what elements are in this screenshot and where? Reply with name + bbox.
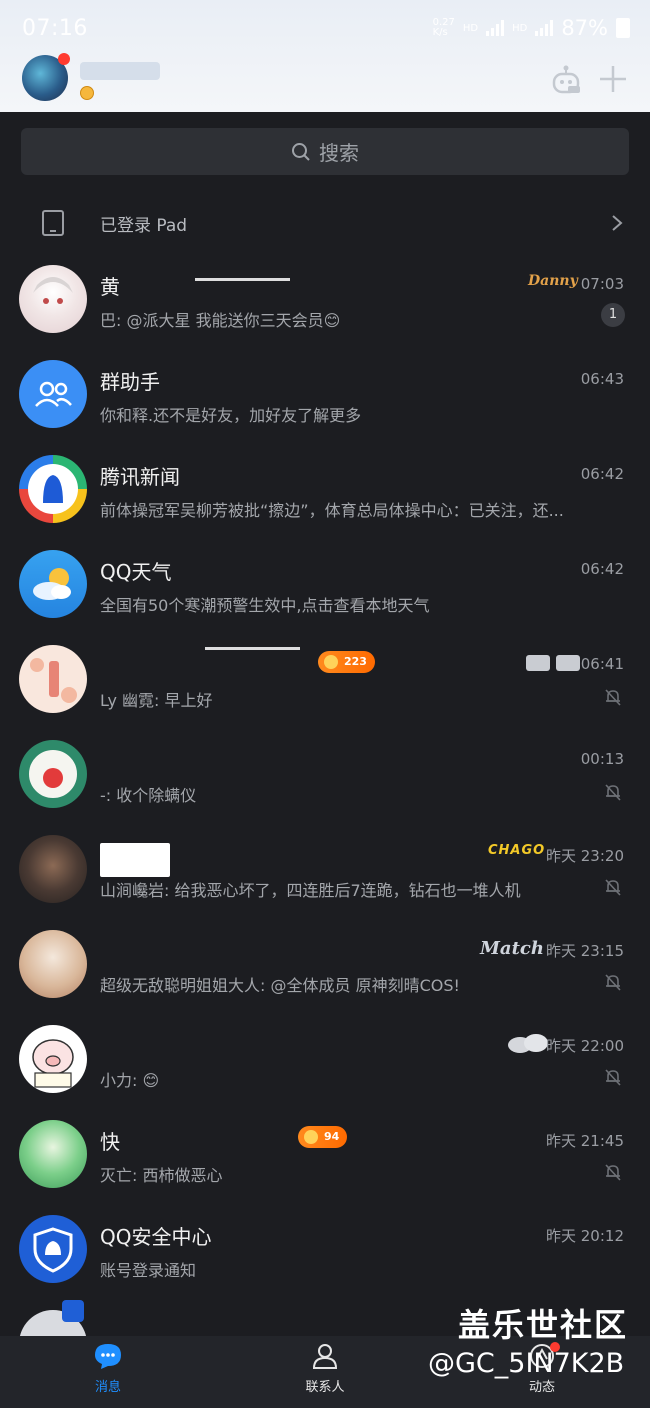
contacts-icon [312, 1344, 338, 1369]
conversation-preview: 小力: 😊 [100, 1071, 160, 1090]
network-speed: 0.27 K/s [432, 17, 455, 38]
unread-badge: 1 [601, 303, 625, 327]
conversation-item[interactable]: 腾讯新闻 06:42 前体操冠军吴柳芳被批“擦边”，体育总局体操中心：已关注，还… [0, 445, 650, 540]
conversation-preview: 前体操冠军吴柳芳被批“擦边”，体育总局体操中心：已关注，还... [100, 501, 564, 520]
conversation-time: 昨天 21:45 [546, 1132, 624, 1150]
app-header: 07:16 0.27 K/s HD HD 87% [0, 0, 650, 112]
conversation-preview: Ly 幽霓: 早上好 [100, 691, 213, 710]
conversation-name: 黄 [100, 275, 120, 299]
status-bar: 07:16 0.27 K/s HD HD 87% [0, 0, 650, 58]
badge-icon [62, 1300, 84, 1322]
conversation-preview: 你和释.还不是好友，加好友了解更多 [100, 406, 362, 425]
conversation-item[interactable]: 昨天 22:00 小力: 😊 [0, 1015, 650, 1110]
conversation-name: QQ安全中心 [100, 1225, 212, 1249]
conversation-item[interactable]: 快 94 昨天 21:45 灭亡: 西柿做恶心 [0, 1110, 650, 1205]
logged-in-pad-row[interactable]: 已登录 Pad [0, 196, 650, 250]
search-label: 搜索 [319, 141, 359, 165]
signal-icon-2 [535, 20, 554, 36]
conversation-preview: -: 收个除螨仪 [100, 786, 197, 805]
conversation-preview: 山涧巉岩: 给我恶心坏了，四连胜后7连跪，钻石也一堆人机 [100, 881, 521, 900]
brand-tag: Match [480, 938, 544, 959]
conversation-time: 07:03 [580, 275, 624, 293]
weather-icon [19, 550, 87, 618]
status-icons: 0.27 K/s HD HD 87% [433, 16, 630, 40]
conversation-time: 昨天 20:12 [546, 1227, 624, 1245]
chevron-right-icon [612, 215, 623, 231]
watermark-handle: @GC_5IN7K2B [428, 1348, 625, 1379]
robot-icon[interactable] [550, 64, 582, 94]
message-icon [95, 1344, 121, 1369]
search-icon [292, 142, 310, 161]
conversation-name: QQ天气 [100, 560, 172, 584]
mute-bell-icon [605, 974, 621, 991]
search-bar[interactable]: 搜索 [21, 128, 629, 175]
conversation-time: 昨天 23:15 [546, 942, 624, 960]
conversation-item[interactable]: 00:13 -: 收个除螨仪 [0, 730, 650, 825]
avatar [19, 930, 87, 998]
battery-percent: 87% [561, 16, 608, 40]
conversation-name: 快 [100, 1130, 120, 1154]
conversation-item[interactable]: QQ安全中心 昨天 20:12 账号登录通知 [0, 1205, 650, 1300]
avatar [19, 1025, 87, 1093]
sticker-icon [526, 655, 580, 671]
pad-label: 已登录 Pad [100, 216, 188, 236]
conversation-item[interactable]: 223 06:41 Ly 幽霓: 早上好 [0, 635, 650, 730]
conversation-time: 06:41 [580, 655, 624, 673]
status-time: 07:16 [22, 16, 88, 41]
nav-contacts[interactable]: 联系人 [275, 1342, 375, 1395]
conversation-preview: 账号登录通知 [100, 1261, 197, 1280]
nav-label: 消息 [94, 1380, 121, 1395]
mute-bell-icon [605, 879, 621, 896]
avatar [19, 265, 87, 333]
hd-indicator: HD [462, 22, 479, 34]
avatar [19, 835, 87, 903]
cloud-sticker-icon [508, 1034, 548, 1053]
conversation-preview: 全国有50个寒潮预警生效中,点击查看本地天气 [100, 596, 430, 615]
streak-tag: 223 [318, 651, 375, 673]
conversation-item[interactable]: Match 昨天 23:15 超级无敌聪明姐姐大人: @全体成员 原神刻晴COS… [0, 920, 650, 1015]
conversation-time: 昨天 22:00 [546, 1037, 624, 1055]
conversation-preview: 巴: @派大星 我能送你三天会员😊 [100, 311, 341, 330]
nav-label: 联系人 [305, 1380, 345, 1395]
conversation-name: 群助手 [100, 370, 160, 394]
battery-icon [616, 18, 630, 38]
conversation-item[interactable]: QQ天气 06:42 全国有50个寒潮预警生效中,点击查看本地天气 [0, 540, 650, 635]
conversation-preview: 灭亡: 西柿做恶心 [100, 1166, 223, 1185]
conversation-name: 腾讯新闻 [100, 465, 180, 489]
conversation-time: 00:13 [580, 750, 624, 768]
mute-bell-icon [605, 784, 621, 801]
conversation-item[interactable]: CHAGO 昨天 23:20 山涧巉岩: 给我恶心坏了，四连胜后7连跪，钻石也一… [0, 825, 650, 920]
conversation-time: 06:42 [580, 465, 624, 483]
group-assistant-icon [19, 360, 87, 428]
conversation-item[interactable]: 群助手 06:43 你和释.还不是好友，加好友了解更多 [0, 350, 650, 445]
tablet-icon [42, 210, 64, 236]
avatar [19, 740, 87, 808]
brand-tag: CHAGO [488, 843, 546, 858]
mute-bell-icon [605, 1164, 621, 1181]
tencent-news-icon [19, 455, 87, 523]
conversation-time: 06:42 [580, 560, 624, 578]
plus-icon[interactable] [598, 64, 628, 94]
avatar [19, 645, 87, 713]
mute-bell-icon [605, 689, 621, 706]
streak-tag: 94 [298, 1126, 348, 1148]
profile-name-redacted[interactable] [80, 62, 160, 80]
conversation-item[interactable]: 黄 Danny 07:03 巴: @派大星 我能送你三天会员😊 1 [0, 255, 650, 350]
hd-indicator-2: HD [512, 22, 528, 34]
shield-icon [19, 1215, 87, 1283]
signal-icon [486, 20, 505, 36]
avatar [19, 1120, 87, 1188]
status-emoji-icon[interactable] [80, 86, 94, 100]
conversation-preview: 超级无敌聪明姐姐大人: @全体成员 原神刻晴COS! [100, 976, 460, 995]
conversation-time: 昨天 23:20 [546, 847, 624, 865]
profile-avatar[interactable] [22, 53, 70, 101]
nav-messages[interactable]: 消息 [58, 1342, 158, 1395]
conversation-time: 06:43 [580, 370, 624, 388]
mute-bell-icon [605, 1069, 621, 1086]
brand-tag: Danny [528, 273, 578, 289]
name-redaction [100, 843, 170, 877]
watermark-title: 盖乐世社区 [458, 1306, 629, 1344]
